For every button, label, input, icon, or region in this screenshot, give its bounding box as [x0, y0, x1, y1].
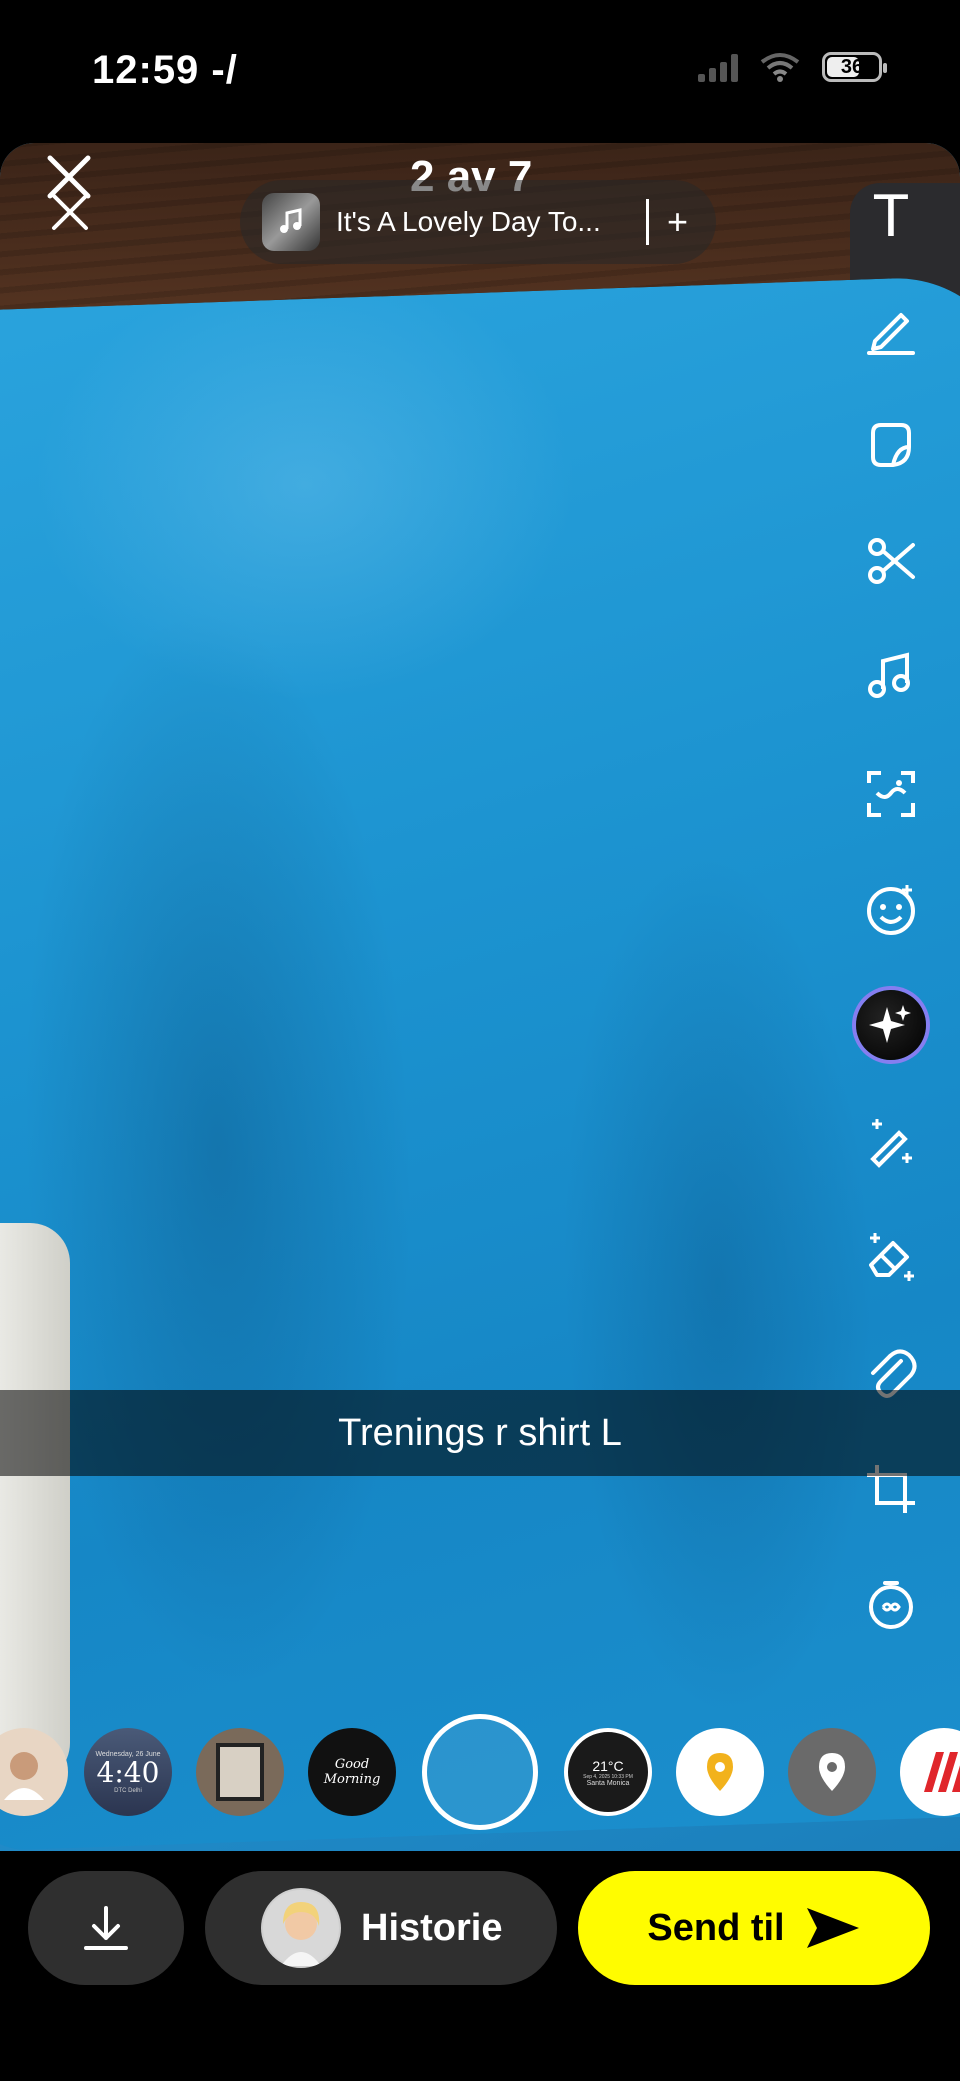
story-label: Historie: [361, 1906, 503, 1949]
status-time: 12:59 -/: [92, 48, 238, 92]
location-pin-icon: [707, 1753, 733, 1791]
signal-icon: [698, 52, 738, 82]
sticker-button[interactable]: [856, 410, 926, 480]
lens-location-gray[interactable]: [788, 1728, 876, 1816]
capture-button[interactable]: [422, 1714, 538, 1830]
send-to-button[interactable]: Send til: [578, 1871, 930, 1985]
frame-icon: [216, 1743, 264, 1801]
status-bar: 12:59 -/ 36: [0, 0, 960, 140]
avatar-icon: [4, 1752, 44, 1800]
download-button[interactable]: [28, 1871, 184, 1985]
caption-text: Trenings r shirt L: [338, 1411, 622, 1454]
lens-location-gold[interactable]: [676, 1728, 764, 1816]
text-tool-button[interactable]: T: [856, 180, 926, 250]
close-icon[interactable]: [50, 192, 90, 232]
eraser-button[interactable]: [856, 1222, 926, 1292]
wifi-icon: [760, 53, 800, 82]
scissors-icon: [868, 538, 915, 584]
lens-clock[interactable]: Wednesday, 26 June 4:40 DTC Delhi: [84, 1728, 172, 1816]
lens-clock-sub: DTC Delhi: [114, 1787, 142, 1794]
emoji-face-icon: [867, 885, 915, 935]
snap-photo[interactable]: [0, 143, 960, 1851]
lens-good-morning-text: Good Morning: [323, 1757, 381, 1787]
lens-good-morning[interactable]: Good Morning: [308, 1728, 396, 1816]
add-music-button[interactable]: +: [667, 201, 688, 243]
music-note-icon: [868, 652, 910, 698]
lens-frame[interactable]: [196, 1728, 284, 1816]
scissors-button[interactable]: [856, 526, 926, 596]
lens-clock-time: 4:40: [96, 1755, 160, 1789]
emoji-button[interactable]: [856, 874, 926, 944]
timer-loop-icon: [869, 1581, 913, 1629]
album-art: [262, 193, 320, 251]
ai-button[interactable]: [856, 990, 926, 1060]
sticker-icon: [871, 423, 911, 467]
magic-wand-button[interactable]: [856, 1106, 926, 1176]
lens-weather-location: Santa Monica: [586, 1779, 630, 1787]
music-button[interactable]: [856, 642, 926, 712]
caption-bar[interactable]: Trenings r shirt L: [0, 1390, 960, 1476]
bitmoji-avatar-icon: [263, 1890, 339, 1966]
pencil-button[interactable]: [856, 294, 926, 364]
ai-sparkle-icon: [869, 1005, 911, 1043]
eraser-icon: [869, 1233, 914, 1281]
stripes-icon: [924, 1752, 960, 1792]
lens-weather[interactable]: 21°C Sep 4, 2025 10:33 PM Santa Monica: [564, 1728, 652, 1816]
scan-icon: [867, 771, 915, 817]
filter-carousel: Wednesday, 26 June 4:40 DTC Delhi Good M…: [0, 1714, 960, 1830]
magic-wand-icon: [870, 1119, 912, 1168]
lens-weather-temp: 21°C: [592, 1757, 624, 1774]
music-title: It's A Lovely Day To...: [336, 206, 601, 237]
download-icon: [84, 1906, 128, 1950]
timer-button[interactable]: [856, 1570, 926, 1640]
send-to-label: Send til: [647, 1906, 785, 1949]
lens-red-stripes[interactable]: [900, 1728, 960, 1816]
battery-icon: 36: [822, 52, 887, 82]
pencil-icon: [867, 313, 915, 355]
photo-shirt: [0, 274, 960, 1851]
music-pill[interactable]: It's A Lovely Day To... +: [240, 180, 716, 264]
battery-percent: 36: [840, 55, 864, 78]
status-indicators: 36: [698, 52, 887, 82]
music-divider: [646, 199, 649, 245]
lens-avatar[interactable]: [0, 1728, 68, 1816]
scan-button[interactable]: [856, 758, 926, 828]
story-button[interactable]: Historie: [205, 1871, 557, 1985]
music-note-icon: [280, 208, 302, 233]
bottom-action-bar: Historie Send til: [0, 1851, 960, 2081]
avatar: [261, 1888, 341, 1968]
photo-detail: [0, 1223, 70, 1783]
location-pin-icon: [819, 1753, 845, 1791]
send-arrow-icon: [806, 1908, 859, 1948]
